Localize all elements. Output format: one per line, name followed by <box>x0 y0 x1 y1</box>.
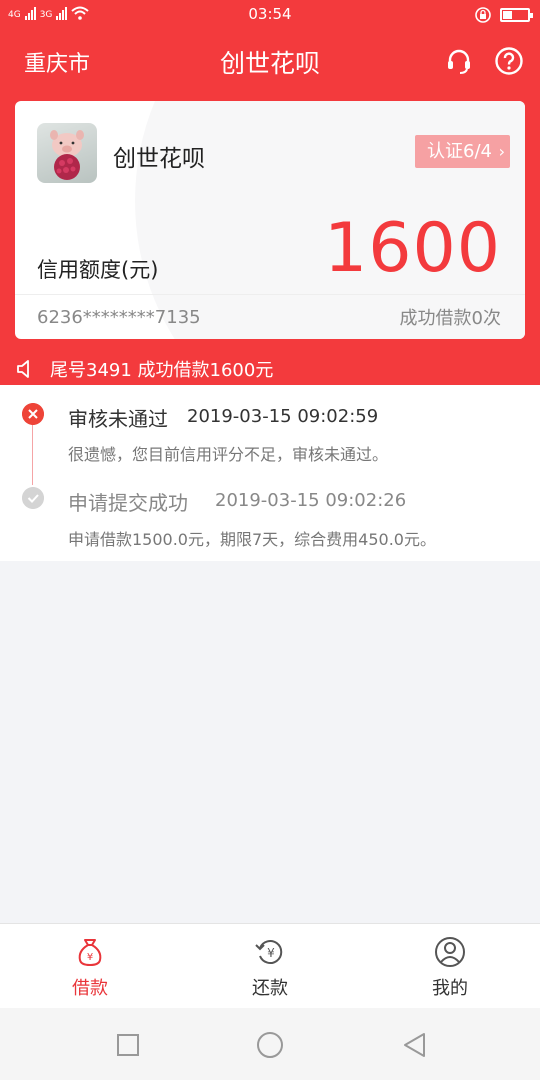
credit-limit-label: 信用额度(元) <box>37 258 159 282</box>
notice-bar: 尾号3491 成功借款1600元 <box>16 354 273 384</box>
card-app-name: 创世花呗 <box>113 146 205 172</box>
timeline-time-1: 2019-03-15 09:02:59 <box>187 406 379 427</box>
notice-text: 尾号3491 成功借款1600元 <box>50 360 274 381</box>
credit-card: 创世花呗 认证6/4 › 信用额度(元) 1600 6236********71… <box>15 101 525 339</box>
rotation-lock-icon <box>475 7 491 23</box>
back-icon[interactable] <box>400 1030 430 1060</box>
status-right <box>474 6 533 24</box>
bank-card-number: 6236********7135 <box>37 307 201 328</box>
money-bag-icon: ¥ <box>78 939 102 967</box>
speaker-icon <box>17 360 29 378</box>
certification-label: 认证6/4 <box>427 141 492 162</box>
timeline-connector <box>32 421 33 485</box>
chevron-right-icon: › <box>498 142 505 161</box>
card-divider <box>15 294 525 295</box>
timeline-title-1: 审核未通过 <box>68 407 168 431</box>
home-icon[interactable] <box>255 1030 285 1060</box>
status-bar: 4G 3G 03:54 <box>0 0 540 30</box>
profile-icon <box>435 937 465 967</box>
timeline-desc-2: 申请借款1500.0元，期限7天，综合费用450.0元。 <box>68 530 436 549</box>
pig-figurine-image <box>50 130 84 180</box>
tab-mine[interactable]: 我的 <box>360 924 540 1009</box>
tab-borrow-label: 借款 <box>72 978 108 999</box>
customer-service-icon[interactable] <box>444 46 474 76</box>
system-nav-bar <box>0 1008 540 1080</box>
tab-repay-label: 还款 <box>252 978 288 999</box>
avatar <box>37 123 97 183</box>
timeline-desc-1: 很遗憾，您目前信用评分不足，审核未通过。 <box>68 445 389 464</box>
failed-status-icon <box>22 403 44 425</box>
svg-text:¥: ¥ <box>87 952 93 963</box>
tab-repay[interactable]: ¥ 还款 <box>180 924 360 1009</box>
submitted-status-icon <box>22 487 44 509</box>
clock: 03:54 <box>248 5 292 23</box>
timeline-time-2: 2019-03-15 09:02:26 <box>215 490 407 511</box>
header: 重庆市 创世花呗 创世花呗 认证6/4 › 信用额度(元) 1600 6236*… <box>0 30 540 385</box>
success-loan-count: 成功借款0次 <box>399 308 501 329</box>
bottom-tab-bar: ¥ 借款 ¥ 还款 我的 <box>0 923 540 1008</box>
review-timeline: 审核未通过 2019-03-15 09:02:59 很遗憾，您目前信用评分不足，… <box>0 385 540 561</box>
certification-badge[interactable]: 认证6/4 › <box>415 135 510 168</box>
tab-borrow[interactable]: ¥ 借款 <box>0 924 180 1009</box>
battery-icon <box>500 8 533 22</box>
recent-apps-icon[interactable] <box>113 1030 143 1060</box>
svg-text:¥: ¥ <box>267 946 275 960</box>
refund-icon: ¥ <box>255 940 283 964</box>
help-icon[interactable] <box>494 46 524 76</box>
credit-limit-amount: 1600 <box>323 209 501 288</box>
timeline-title-2: 申请提交成功 <box>68 491 188 515</box>
tab-mine-label: 我的 <box>432 978 468 999</box>
